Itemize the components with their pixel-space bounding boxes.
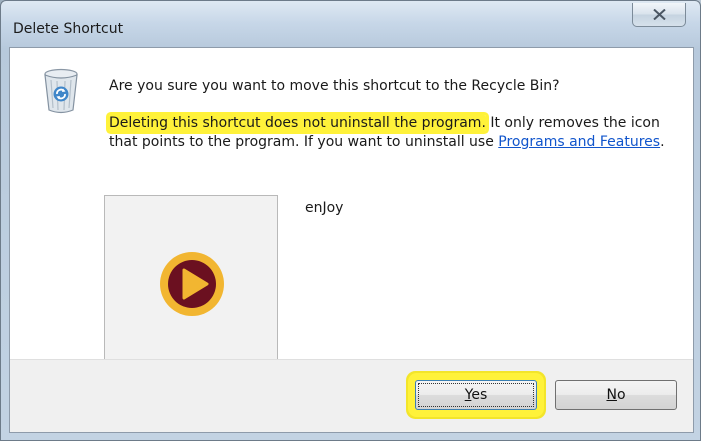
play-icon <box>160 252 224 316</box>
shortcut-name: enJoy <box>305 200 344 216</box>
close-icon <box>653 9 666 20</box>
info-text: Deleting this shortcut does not uninstal… <box>109 114 679 152</box>
dialog-content: Are you sure you want to move this short… <box>9 47 694 433</box>
no-button[interactable]: No <box>555 380 677 410</box>
shortcut-preview <box>104 195 278 362</box>
recycle-bin-icon <box>44 68 78 114</box>
delete-shortcut-dialog: Delete Shortcut Are you sure you want to… <box>0 0 701 441</box>
button-bar: Yes No <box>10 359 693 432</box>
no-label-rest: o <box>616 387 626 403</box>
highlighted-warning: Deleting this shortcut does not uninstal… <box>109 115 486 131</box>
confirm-question: Are you sure you want to move this short… <box>109 78 560 94</box>
yes-button[interactable]: Yes <box>415 380 537 410</box>
title-bar[interactable]: Delete Shortcut <box>1 1 700 49</box>
close-button[interactable] <box>632 3 686 27</box>
focus-rect <box>418 383 534 407</box>
dialog-title: Delete Shortcut <box>13 21 124 37</box>
info-end: . <box>660 134 665 150</box>
programs-and-features-link[interactable]: Programs and Features <box>498 134 660 150</box>
no-mnemonic: N <box>606 387 617 403</box>
